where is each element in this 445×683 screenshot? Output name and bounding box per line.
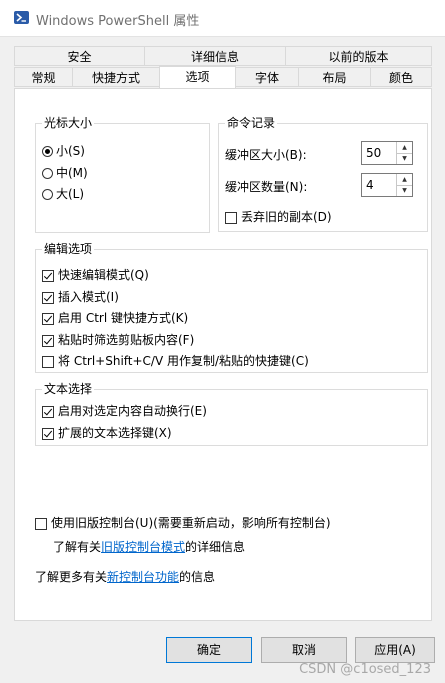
line-wrap-selection-checkbox[interactable]: 启用对选定内容自动换行(E) bbox=[42, 403, 207, 419]
legacy-console-mode-link[interactable]: 旧版控制台模式 bbox=[101, 540, 185, 554]
checkbox-label: 扩展的文本选择键(X) bbox=[58, 426, 172, 440]
legacy-info-text: 了解有关旧版控制台模式的详细信息 bbox=[53, 539, 245, 555]
options-panel: 光标大小 小(S) 中(M) 大(L) 命令记录 缓冲区大小(B): 50 ▲ … bbox=[14, 88, 432, 621]
command-history-group: 命令记录 缓冲区大小(B): 50 ▲ ▼ 缓冲区数量(N): 4 ▲ ▼ 丢弃… bbox=[218, 116, 428, 232]
checkbox-box bbox=[42, 312, 54, 325]
checkbox-label: 快速编辑模式(Q) bbox=[58, 268, 149, 282]
extended-selection-keys-checkbox[interactable]: 扩展的文本选择键(X) bbox=[42, 425, 172, 441]
checkbox-box bbox=[225, 211, 237, 224]
window-title: Windows PowerShell 属性 bbox=[36, 14, 200, 29]
buffer-size-stepper[interactable]: 50 ▲ ▼ bbox=[361, 141, 413, 165]
new-features-text: 了解更多有关新控制台功能的信息 bbox=[35, 569, 215, 585]
edit-options-group: 编辑选项 快速编辑模式(Q) 插入模式(I) 启用 Ctrl 键快捷方式(K) … bbox=[35, 242, 428, 373]
legacy-info-suffix: 的详细信息 bbox=[185, 540, 246, 554]
edit-options-legend: 编辑选项 bbox=[42, 242, 95, 256]
tab-layout[interactable]: 布局 bbox=[298, 67, 371, 87]
new-features-suffix: 的信息 bbox=[179, 570, 216, 584]
spin-down-icon[interactable]: ▼ bbox=[397, 185, 412, 196]
stepper-buttons: ▲ ▼ bbox=[396, 174, 412, 196]
radio-indicator bbox=[42, 168, 53, 179]
tab-security[interactable]: 安全 bbox=[14, 46, 145, 66]
tab-previous-versions[interactable]: 以前的版本 bbox=[285, 46, 432, 66]
legacy-info-prefix: 了解有关 bbox=[53, 540, 102, 554]
filter-paste-checkbox[interactable]: 粘贴时筛选剪贴板内容(F) bbox=[42, 332, 194, 348]
insert-mode-checkbox[interactable]: 插入模式(I) bbox=[42, 289, 119, 305]
watermark: CSDN @c1osed_123 bbox=[299, 662, 431, 677]
cursor-size-large-radio[interactable]: 大(L) bbox=[42, 186, 84, 202]
radio-indicator bbox=[42, 189, 53, 200]
ctrl-shortcuts-checkbox[interactable]: 启用 Ctrl 键快捷方式(K) bbox=[42, 310, 188, 326]
checkbox-box bbox=[42, 334, 54, 347]
quick-edit-checkbox[interactable]: 快速编辑模式(Q) bbox=[42, 267, 149, 283]
checkbox-box bbox=[42, 269, 54, 282]
checkbox-box bbox=[42, 427, 54, 440]
radio-indicator bbox=[42, 146, 53, 157]
radio-label: 中(M) bbox=[56, 166, 88, 180]
checkbox-box bbox=[42, 291, 54, 304]
buffer-size-label: 缓冲区大小(B): bbox=[225, 148, 307, 162]
buffer-count-stepper[interactable]: 4 ▲ ▼ bbox=[361, 173, 413, 197]
radio-label: 大(L) bbox=[56, 187, 85, 201]
tab-options[interactable]: 选项 bbox=[159, 66, 236, 88]
apply-button[interactable]: 应用(A) bbox=[355, 637, 435, 663]
ok-button[interactable]: 确定 bbox=[166, 637, 252, 663]
checkbox-box bbox=[42, 405, 54, 418]
buffer-count-value[interactable]: 4 bbox=[366, 178, 374, 192]
text-selection-legend: 文本选择 bbox=[42, 382, 95, 396]
text-selection-group: 文本选择 启用对选定内容自动换行(E) 扩展的文本选择键(X) bbox=[35, 382, 428, 446]
tab-shortcut[interactable]: 快捷方式 bbox=[72, 67, 160, 87]
new-console-features-link[interactable]: 新控制台功能 bbox=[107, 570, 179, 584]
checkbox-label: 启用 Ctrl 键快捷方式(K) bbox=[58, 311, 189, 325]
tab-general[interactable]: 常规 bbox=[14, 67, 73, 87]
checkbox-label: 将 Ctrl+Shift+C/V 用作复制/粘贴的快捷键(C) bbox=[58, 354, 309, 368]
cursor-size-small-radio[interactable]: 小(S) bbox=[42, 143, 85, 159]
cancel-button[interactable]: 取消 bbox=[261, 637, 347, 663]
checkbox-box bbox=[42, 355, 54, 368]
legacy-console-checkbox[interactable]: 使用旧版控制台(U)(需要重新启动，影响所有控制台) bbox=[35, 515, 331, 531]
buffer-size-value[interactable]: 50 bbox=[366, 146, 381, 160]
checkbox-label: 启用对选定内容自动换行(E) bbox=[58, 404, 207, 418]
powershell-icon bbox=[14, 11, 29, 24]
checkbox-label: 使用旧版控制台(U)(需要重新启动，影响所有控制台) bbox=[51, 516, 331, 530]
new-features-prefix: 了解更多有关 bbox=[35, 570, 108, 584]
tab-font[interactable]: 字体 bbox=[235, 67, 299, 87]
stepper-buttons: ▲ ▼ bbox=[396, 142, 412, 164]
checkbox-label: 丢弃旧的副本(D) bbox=[241, 210, 332, 224]
cursor-size-medium-radio[interactable]: 中(M) bbox=[42, 165, 88, 181]
tab-details[interactable]: 详细信息 bbox=[144, 46, 286, 66]
command-history-legend: 命令记录 bbox=[225, 116, 278, 130]
ctrl-shift-copy-paste-checkbox[interactable]: 将 Ctrl+Shift+C/V 用作复制/粘贴的快捷键(C) bbox=[42, 353, 309, 369]
checkbox-label: 粘贴时筛选剪贴板内容(F) bbox=[58, 333, 195, 347]
cursor-size-legend: 光标大小 bbox=[42, 116, 95, 130]
checkbox-box bbox=[35, 517, 47, 530]
title-bar: Windows PowerShell 属性 bbox=[0, 0, 445, 37]
tab-colors[interactable]: 颜色 bbox=[370, 67, 432, 87]
discard-old-duplicates-checkbox[interactable]: 丢弃旧的副本(D) bbox=[225, 209, 332, 225]
spin-down-icon[interactable]: ▼ bbox=[397, 153, 412, 164]
cursor-size-group: 光标大小 小(S) 中(M) 大(L) bbox=[35, 116, 210, 233]
checkbox-label: 插入模式(I) bbox=[58, 290, 119, 304]
radio-label: 小(S) bbox=[56, 144, 85, 158]
buffer-count-label: 缓冲区数量(N): bbox=[225, 180, 308, 194]
